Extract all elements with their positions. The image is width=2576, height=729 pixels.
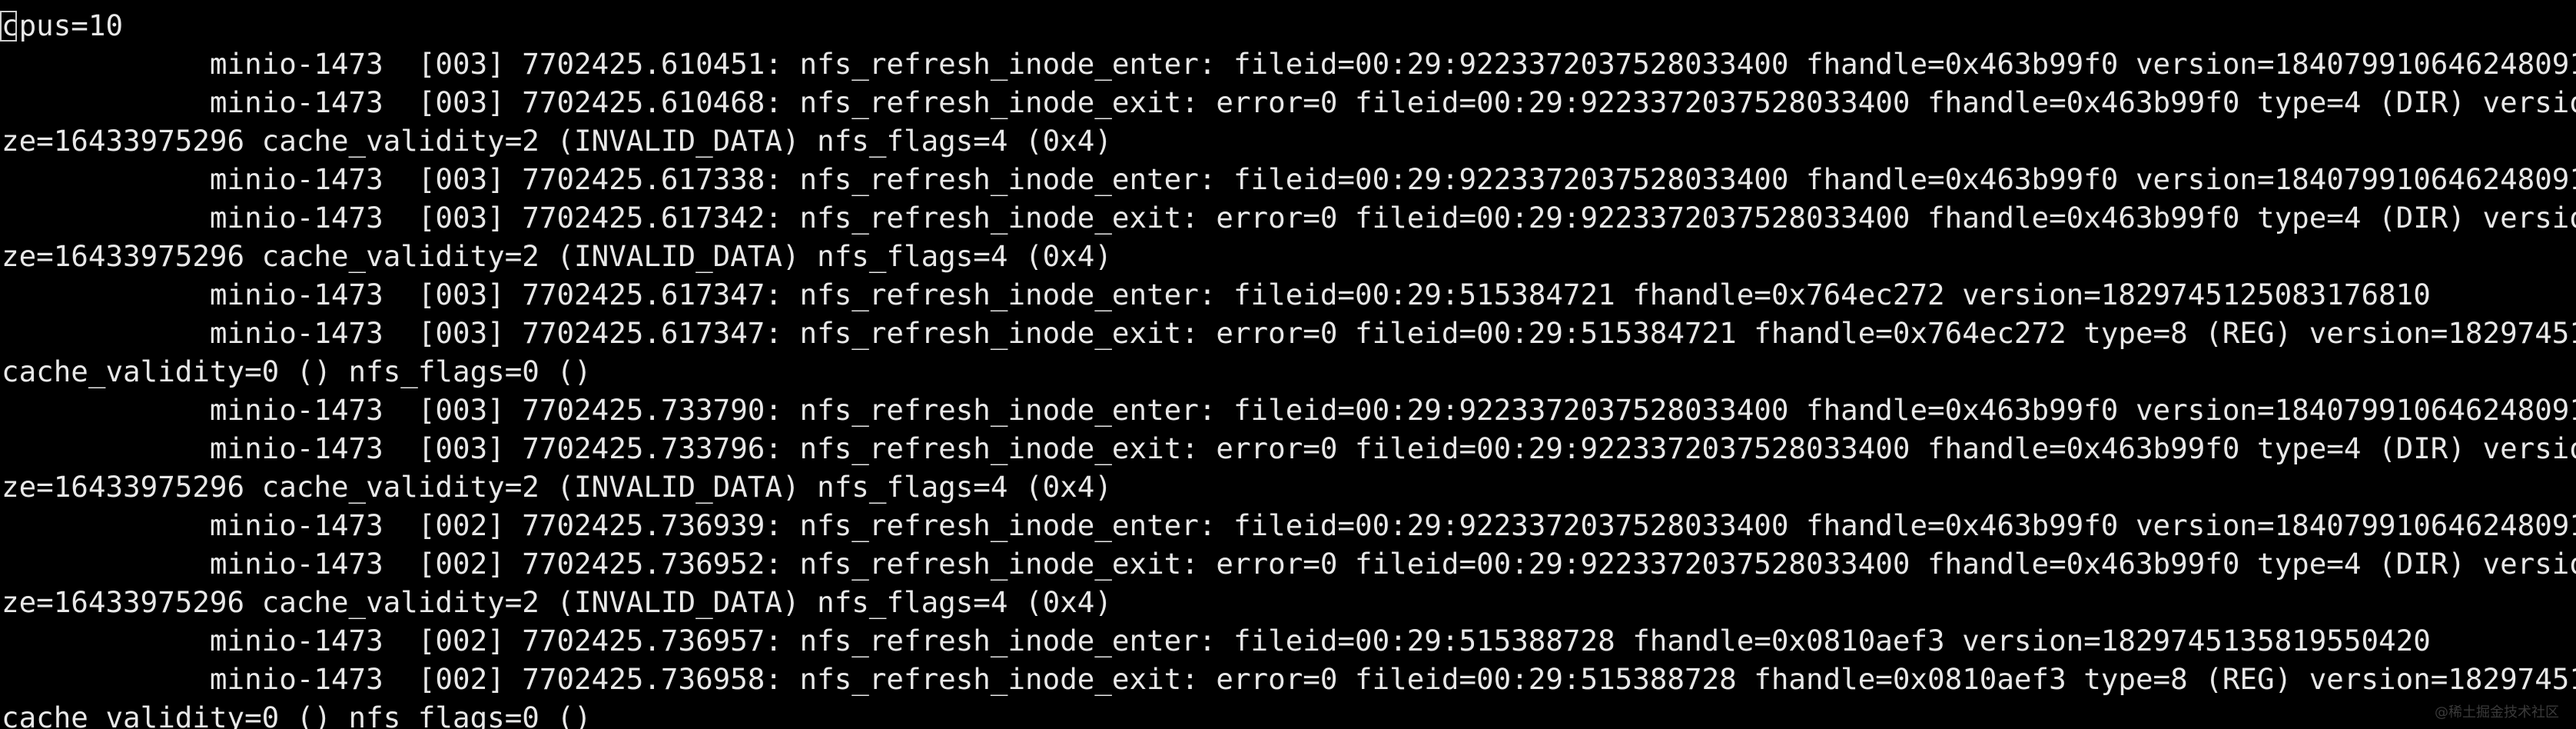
terminal-line: minio-1473 [003] 7702425.610468: nfs_ref… [2, 85, 2576, 119]
terminal-line: minio-1473 [003] 7702425.733790: nfs_ref… [2, 393, 2576, 427]
terminal-line: ze=16433975296 cache_validity=2 (INVALID… [2, 239, 1112, 273]
terminal-line: cpus=10 [0, 6, 124, 45]
terminal-line: cache_validity=0 () nfs_flags=0 () [2, 355, 592, 388]
terminal-line: ze=16433975296 cache_validity=2 (INVALID… [2, 124, 1112, 158]
terminal-line: minio-1473 [003] 7702425.617347: nfs_ref… [2, 316, 2576, 350]
terminal-line-text: cpus=10 [2, 8, 124, 42]
terminal-line: minio-1473 [003] 7702425.617347: nfs_ref… [2, 278, 2431, 311]
terminal-line: minio-1473 [002] 7702425.736952: nfs_ref… [2, 547, 2576, 581]
terminal-window[interactable]: cpus=10 minio-1473 [003] 7702425.610451:… [0, 0, 2576, 729]
text-cursor [0, 11, 17, 42]
terminal-line: minio-1473 [002] 7702425.736939: nfs_ref… [2, 508, 2576, 542]
watermark-text: @稀土掘金技术社区 [2435, 704, 2559, 721]
terminal-line: ze=16433975296 cache_validity=2 (INVALID… [2, 585, 1112, 619]
terminal-line: minio-1473 [003] 7702425.610451: nfs_ref… [2, 47, 2576, 81]
terminal-line: minio-1473 [003] 7702425.617338: nfs_ref… [2, 162, 2576, 196]
terminal-line: minio-1473 [003] 7702425.733796: nfs_ref… [2, 431, 2576, 465]
terminal-line: minio-1473 [002] 7702425.736958: nfs_ref… [2, 662, 2576, 696]
terminal-line: ze=16433975296 cache_validity=2 (INVALID… [2, 470, 1112, 504]
terminal-line: minio-1473 [003] 7702425.617342: nfs_ref… [2, 201, 2576, 235]
terminal-line: cache_validity=0 () nfs_flags=0 () [2, 701, 592, 729]
terminal-line: minio-1473 [002] 7702425.736957: nfs_ref… [2, 624, 2431, 657]
